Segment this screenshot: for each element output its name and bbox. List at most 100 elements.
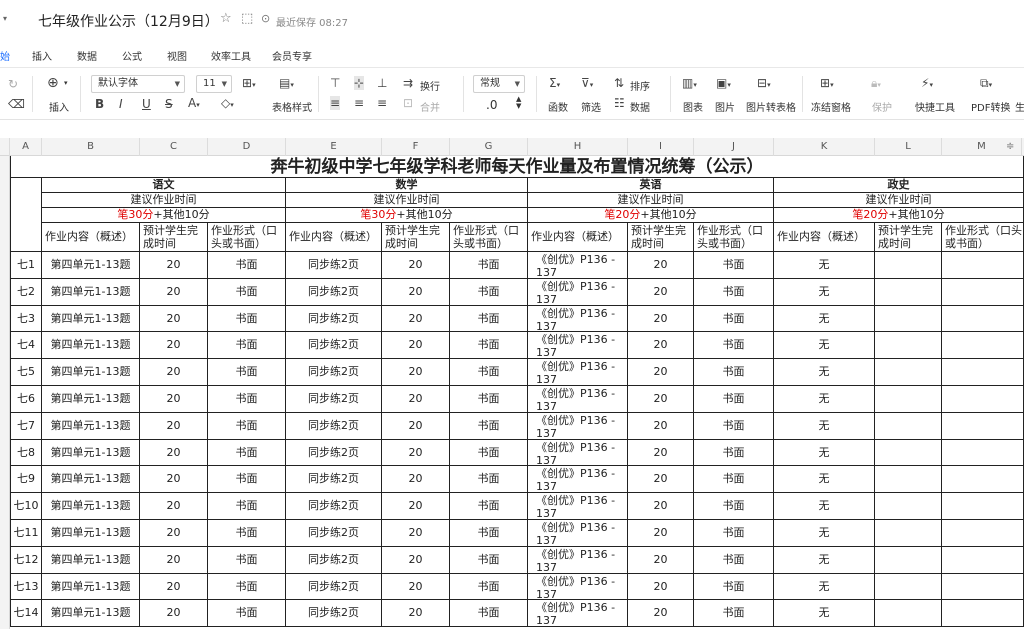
border-icon[interactable]: ⊞▾ xyxy=(242,76,256,92)
math-content-cell[interactable]: 同步练2页 xyxy=(286,252,382,279)
class-cell[interactable]: 七3 xyxy=(10,306,42,332)
english-content-cell[interactable]: 《创优》P136 - 137 xyxy=(528,413,628,440)
suggest-time-chinese[interactable]: 建议作业时间 xyxy=(42,193,286,208)
politics-form-cell[interactable] xyxy=(942,547,1024,574)
chinese-form-cell[interactable]: 书面 xyxy=(208,332,286,359)
english-time-cell[interactable]: 20 xyxy=(628,440,694,466)
window-menu-caret-icon[interactable]: ▾ xyxy=(3,14,7,23)
english-time-cell[interactable]: 20 xyxy=(628,279,694,306)
politics-time-cell[interactable] xyxy=(875,466,942,493)
math-content-cell[interactable]: 同步练2页 xyxy=(286,547,382,574)
chinese-form-cell[interactable]: 书面 xyxy=(208,574,286,600)
politics-content-cell[interactable]: 无 xyxy=(774,440,875,466)
chinese-form-cell[interactable]: 书面 xyxy=(208,547,286,574)
math-form-cell[interactable]: 书面 xyxy=(450,600,528,627)
english-time-cell[interactable]: 20 xyxy=(628,359,694,386)
english-time-cell[interactable]: 20 xyxy=(628,600,694,627)
english-content-cell[interactable]: 《创优》P136 - 137 xyxy=(528,466,628,493)
politics-content-cell[interactable]: 无 xyxy=(774,386,875,413)
math-content-cell[interactable]: 同步练2页 xyxy=(286,332,382,359)
chinese-form-cell[interactable]: 书面 xyxy=(208,252,286,279)
politics-content-cell[interactable]: 无 xyxy=(774,466,875,493)
english-form-cell[interactable]: 书面 xyxy=(694,466,774,493)
math-form-cell[interactable]: 书面 xyxy=(450,332,528,359)
politics-content-cell[interactable]: 无 xyxy=(774,279,875,306)
class-cell[interactable]: 七7 xyxy=(10,413,42,440)
english-form-cell[interactable]: 书面 xyxy=(694,332,774,359)
english-form-cell[interactable]: 书面 xyxy=(694,359,774,386)
tag-icon[interactable]: ⬚ xyxy=(241,12,255,26)
menu-efficiency-tools[interactable]: 效率工具 xyxy=(211,48,251,63)
english-form-cell[interactable]: 书面 xyxy=(694,413,774,440)
english-time-cell[interactable]: 20 xyxy=(628,252,694,279)
chinese-form-cell[interactable]: 书面 xyxy=(208,520,286,547)
content-header-math[interactable]: 作业内容（概述） xyxy=(286,223,382,252)
chinese-time-cell[interactable]: 20 xyxy=(140,279,208,306)
chinese-content-cell[interactable]: 第四单元1-13题 xyxy=(42,332,140,359)
math-content-cell[interactable]: 同步练2页 xyxy=(286,279,382,306)
sort-icon[interactable]: ⇅ xyxy=(614,76,624,90)
time-value-politics[interactable]: 笔20分 +其他10分 xyxy=(774,208,1024,223)
content-header-english[interactable]: 作业内容（概述） xyxy=(528,223,628,252)
math-content-cell[interactable]: 同步练2页 xyxy=(286,600,382,627)
font-color-icon[interactable]: A▾ xyxy=(188,96,200,112)
english-form-cell[interactable]: 书面 xyxy=(694,520,774,547)
class-cell[interactable]: 七10 xyxy=(10,493,42,520)
time-value-english[interactable]: 笔20分 +其他10分 xyxy=(528,208,774,223)
math-form-cell[interactable]: 书面 xyxy=(450,547,528,574)
col-header-g[interactable]: G xyxy=(450,138,528,156)
math-form-cell[interactable]: 书面 xyxy=(450,279,528,306)
english-form-cell[interactable]: 书面 xyxy=(694,386,774,413)
english-form-cell[interactable]: 书面 xyxy=(694,279,774,306)
chinese-form-cell[interactable]: 书面 xyxy=(208,413,286,440)
politics-time-cell[interactable] xyxy=(875,547,942,574)
math-content-cell[interactable]: 同步练2页 xyxy=(286,574,382,600)
politics-time-cell[interactable] xyxy=(875,359,942,386)
suggest-time-math[interactable]: 建议作业时间 xyxy=(286,193,528,208)
chinese-content-cell[interactable]: 第四单元1-13题 xyxy=(42,466,140,493)
politics-form-cell[interactable] xyxy=(942,574,1024,600)
lock-icon[interactable]: 🔒︎▾ xyxy=(871,76,881,92)
pic-to-table-label[interactable]: 图片转表格 xyxy=(746,99,796,114)
english-form-cell[interactable]: 书面 xyxy=(694,252,774,279)
politics-time-cell[interactable] xyxy=(875,252,942,279)
english-form-cell[interactable]: 书面 xyxy=(694,574,774,600)
align-right-icon[interactable]: ≡ xyxy=(377,96,387,110)
chinese-form-cell[interactable]: 书面 xyxy=(208,306,286,332)
politics-form-cell[interactable] xyxy=(942,252,1024,279)
spreadsheet-grid[interactable]: 奔牛初级中学七年级学科老师每天作业量及布置情况统筹（公示） 语文 数学 英语 政… xyxy=(10,156,1024,629)
class-cell[interactable]: 七14 xyxy=(10,600,42,627)
politics-content-cell[interactable]: 无 xyxy=(774,547,875,574)
english-content-cell[interactable]: 《创优》P136 - 137 xyxy=(528,547,628,574)
english-form-cell[interactable]: 书面 xyxy=(694,306,774,332)
chinese-form-cell[interactable]: 书面 xyxy=(208,279,286,306)
math-content-cell[interactable]: 同步练2页 xyxy=(286,493,382,520)
time-header-math[interactable]: 预计学生完成时间 xyxy=(382,223,450,252)
math-content-cell[interactable]: 同步练2页 xyxy=(286,413,382,440)
english-time-cell[interactable]: 20 xyxy=(628,413,694,440)
pic-to-table-icon[interactable]: ⊟▾ xyxy=(757,76,771,92)
math-time-cell[interactable]: 20 xyxy=(382,386,450,413)
chinese-form-cell[interactable]: 书面 xyxy=(208,386,286,413)
picture-label[interactable]: 图片 xyxy=(715,99,735,114)
class-cell[interactable]: 七2 xyxy=(10,279,42,306)
politics-content-cell[interactable]: 无 xyxy=(774,252,875,279)
insert-icon[interactable]: ⊕ xyxy=(47,76,59,90)
freeze-label[interactable]: 冻结窗格 xyxy=(811,99,851,114)
politics-time-cell[interactable] xyxy=(875,332,942,359)
english-form-cell[interactable]: 书面 xyxy=(694,600,774,627)
politics-time-cell[interactable] xyxy=(875,279,942,306)
math-form-cell[interactable]: 书面 xyxy=(450,493,528,520)
english-time-cell[interactable]: 20 xyxy=(628,493,694,520)
col-header-a[interactable]: A xyxy=(10,138,42,156)
star-icon[interactable]: ☆ xyxy=(220,12,234,26)
politics-form-cell[interactable] xyxy=(942,493,1024,520)
content-header-chinese[interactable]: 作业内容（概述） xyxy=(42,223,140,252)
politics-content-cell[interactable]: 无 xyxy=(774,413,875,440)
filter-icon[interactable]: ⊽▾ xyxy=(581,76,593,92)
politics-content-cell[interactable]: 无 xyxy=(774,574,875,600)
class-cell[interactable]: 七4 xyxy=(10,332,42,359)
chinese-time-cell[interactable]: 20 xyxy=(140,252,208,279)
chinese-content-cell[interactable]: 第四单元1-13题 xyxy=(42,520,140,547)
class-cell[interactable]: 七12 xyxy=(10,547,42,574)
